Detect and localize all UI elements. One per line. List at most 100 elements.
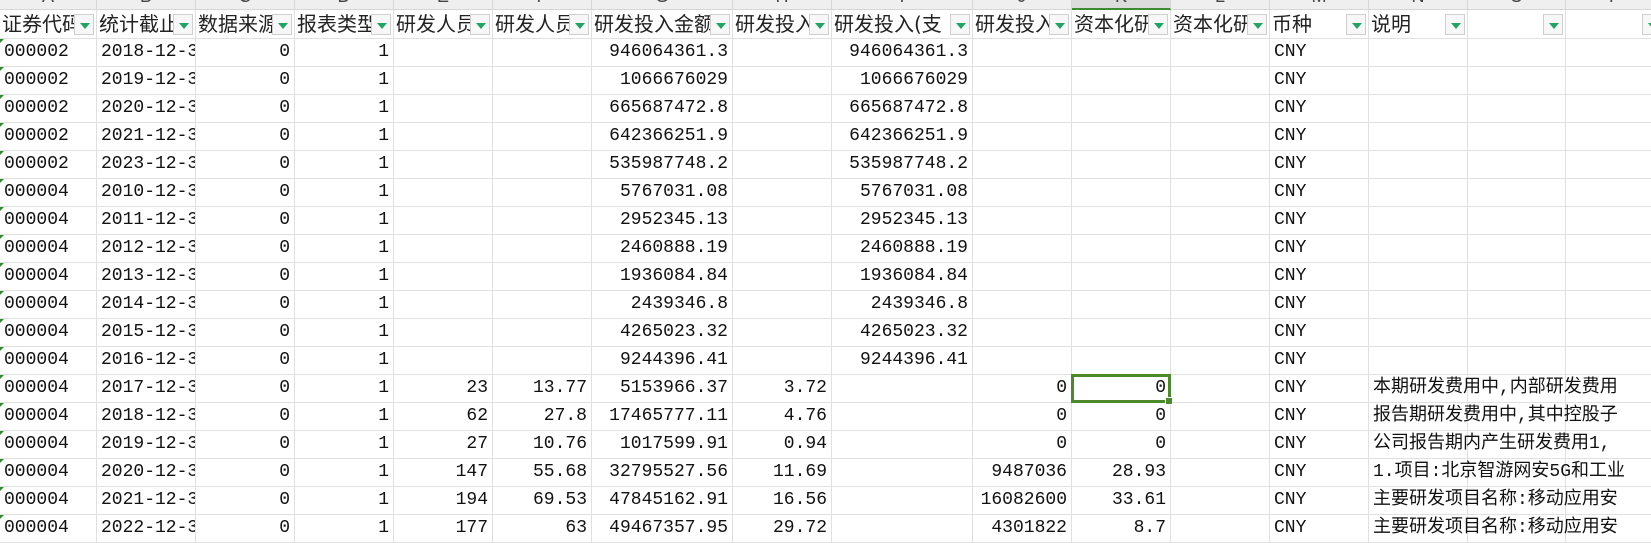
table-cell[interactable]: 1 [295, 263, 394, 291]
table-cell[interactable] [733, 179, 832, 207]
table-cell[interactable] [1072, 235, 1171, 263]
table-cell[interactable]: 0 [196, 291, 295, 319]
table-cell[interactable]: 000002 [0, 151, 97, 179]
column-header-h[interactable]: H [733, 0, 832, 10]
header-cell-l[interactable]: 资本化研 [1171, 10, 1270, 39]
table-cell[interactable] [1468, 95, 1566, 123]
table-cell[interactable]: 63 [493, 515, 592, 543]
table-cell[interactable] [1566, 347, 1651, 375]
table-cell[interactable] [493, 179, 592, 207]
table-cell[interactable]: 0 [1072, 431, 1171, 459]
filter-dropdown-icon[interactable] [950, 14, 970, 35]
table-cell[interactable] [1171, 179, 1270, 207]
table-cell[interactable] [1072, 207, 1171, 235]
table-cell[interactable] [1171, 319, 1270, 347]
table-cell[interactable]: CNY [1270, 263, 1369, 291]
table-cell[interactable] [733, 207, 832, 235]
table-cell[interactable]: CNY [1270, 39, 1369, 67]
table-cell[interactable] [733, 95, 832, 123]
table-cell[interactable]: 0 [196, 347, 295, 375]
table-cell[interactable]: 2439346.8 [832, 291, 973, 319]
table-cell[interactable]: 1 [295, 179, 394, 207]
table-cell[interactable] [1072, 67, 1171, 95]
table-cell[interactable] [973, 179, 1072, 207]
table-cell[interactable] [1468, 347, 1566, 375]
table-cell[interactable]: CNY [1270, 207, 1369, 235]
table-cell[interactable]: 0 [196, 235, 295, 263]
table-cell[interactable] [1171, 375, 1270, 403]
table-cell[interactable]: 4.76 [733, 403, 832, 431]
table-cell[interactable] [1566, 235, 1651, 263]
table-cell[interactable]: 1 [295, 67, 394, 95]
table-cell[interactable] [493, 263, 592, 291]
table-cell[interactable]: 2019-12-3 [97, 67, 196, 95]
table-cell[interactable] [1171, 235, 1270, 263]
table-cell[interactable] [1566, 207, 1651, 235]
table-cell[interactable]: 16.56 [733, 487, 832, 515]
table-cell[interactable]: CNY [1270, 403, 1369, 431]
table-cell[interactable] [1171, 207, 1270, 235]
table-cell[interactable] [1171, 291, 1270, 319]
table-cell[interactable]: 000004 [0, 403, 97, 431]
table-cell[interactable]: 0 [196, 263, 295, 291]
table-cell[interactable]: 000004 [0, 319, 97, 347]
table-cell[interactable]: 000002 [0, 39, 97, 67]
filter-dropdown-icon[interactable] [371, 14, 391, 35]
table-cell[interactable] [1171, 403, 1270, 431]
table-cell[interactable] [1171, 515, 1270, 543]
table-cell[interactable]: 29.72 [733, 515, 832, 543]
table-cell[interactable] [493, 207, 592, 235]
table-cell[interactable] [1566, 179, 1651, 207]
table-cell[interactable] [1369, 291, 1468, 319]
table-cell[interactable]: 11.69 [733, 459, 832, 487]
table-cell[interactable]: 000004 [0, 179, 97, 207]
table-cell[interactable] [394, 67, 493, 95]
table-cell[interactable]: 1936084.84 [592, 263, 733, 291]
table-cell[interactable]: 946064361.3 [832, 39, 973, 67]
table-cell[interactable]: 0 [196, 459, 295, 487]
filter-dropdown-icon[interactable] [1346, 14, 1366, 35]
table-cell[interactable] [394, 39, 493, 67]
table-cell[interactable]: 47845162.91 [592, 487, 733, 515]
table-cell[interactable]: 16082600 [973, 487, 1072, 515]
header-cell-e[interactable]: 研发人员 [394, 10, 493, 39]
table-cell[interactable] [1369, 151, 1468, 179]
table-cell[interactable]: CNY [1270, 67, 1369, 95]
header-cell-f[interactable]: 研发人员 [493, 10, 592, 39]
table-cell[interactable]: 2014-12-3 [97, 291, 196, 319]
table-cell[interactable] [1369, 179, 1468, 207]
table-cell[interactable] [493, 123, 592, 151]
table-cell[interactable]: 2019-12-3 [97, 431, 196, 459]
table-cell[interactable]: 0 [1072, 403, 1171, 431]
table-cell[interactable] [733, 235, 832, 263]
table-cell[interactable] [973, 39, 1072, 67]
column-header-m[interactable]: M [1270, 0, 1369, 10]
table-cell[interactable]: 2021-12-3 [97, 487, 196, 515]
table-cell[interactable]: 000002 [0, 123, 97, 151]
table-cell[interactable]: 2013-12-3 [97, 263, 196, 291]
table-cell[interactable]: 000002 [0, 95, 97, 123]
table-cell[interactable]: 0 [196, 515, 295, 543]
table-cell[interactable] [1468, 291, 1566, 319]
table-cell[interactable]: 2460888.19 [832, 235, 973, 263]
table-cell[interactable]: CNY [1270, 151, 1369, 179]
column-header-n[interactable]: N [1369, 0, 1468, 10]
header-cell-j[interactable]: 研发投入 [973, 10, 1072, 39]
table-cell[interactable]: 5767031.08 [592, 179, 733, 207]
table-cell[interactable] [733, 123, 832, 151]
table-cell[interactable]: 主要研发项目名称:移动应用安 [1369, 487, 1618, 515]
table-cell[interactable]: CNY [1270, 375, 1369, 403]
table-cell[interactable] [394, 207, 493, 235]
table-cell[interactable]: 1 [295, 235, 394, 263]
table-cell[interactable]: 000004 [0, 487, 97, 515]
table-cell[interactable]: 0 [196, 123, 295, 151]
table-cell[interactable]: 000004 [0, 375, 97, 403]
header-cell-k[interactable]: 资本化研 [1072, 10, 1171, 39]
table-cell[interactable]: 9244396.41 [832, 347, 973, 375]
table-cell[interactable] [1171, 431, 1270, 459]
table-cell[interactable] [973, 263, 1072, 291]
table-cell[interactable]: 000004 [0, 431, 97, 459]
table-cell[interactable] [1072, 291, 1171, 319]
table-cell[interactable] [493, 39, 592, 67]
table-cell[interactable]: 642366251.9 [832, 123, 973, 151]
